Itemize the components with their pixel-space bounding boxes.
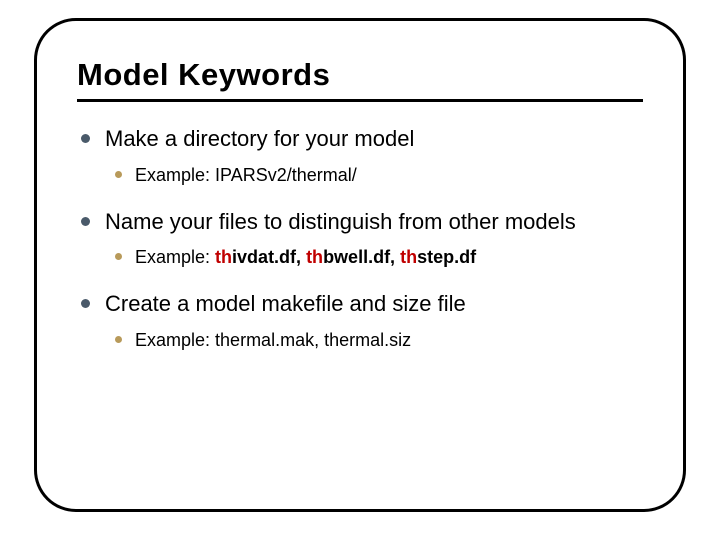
example-prefix: Example: [135,247,215,267]
sub-list: Example: IPARSv2/thermal/ [105,162,643,189]
example-text: ivdat.df, [232,247,306,267]
sub-list: Example: thermal.mak, thermal.siz [105,327,643,354]
list-item: Make a directory for your model Example:… [77,124,643,189]
bullet-list: Make a directory for your model Example:… [77,124,643,354]
slide: Model Keywords Make a directory for your… [0,0,720,540]
example-text: thermal.mak, thermal.siz [215,330,411,350]
list-item-text: Name your files to distinguish from othe… [105,209,576,234]
highlight-prefix: th [306,247,323,267]
sub-list-item: Example: thivdat.df, thbwell.df, thstep.… [105,244,643,271]
list-item: Create a model makefile and size file Ex… [77,289,643,354]
highlight-prefix: th [215,247,232,267]
example-prefix: Example: [135,165,215,185]
example-text: IPARSv2/thermal/ [215,165,357,185]
example-text: step.df [417,247,476,267]
list-item: Name your files to distinguish from othe… [77,207,643,272]
sub-list: Example: thivdat.df, thbwell.df, thstep.… [105,244,643,271]
sub-list-item: Example: IPARSv2/thermal/ [105,162,643,189]
sub-list-item: Example: thermal.mak, thermal.siz [105,327,643,354]
example-text: bwell.df, [323,247,400,267]
list-item-text: Create a model makefile and size file [105,291,466,316]
example-prefix: Example: [135,330,215,350]
slide-title: Model Keywords [77,57,643,102]
highlight-prefix: th [400,247,417,267]
slide-frame: Model Keywords Make a directory for your… [34,18,686,512]
list-item-text: Make a directory for your model [105,126,414,151]
